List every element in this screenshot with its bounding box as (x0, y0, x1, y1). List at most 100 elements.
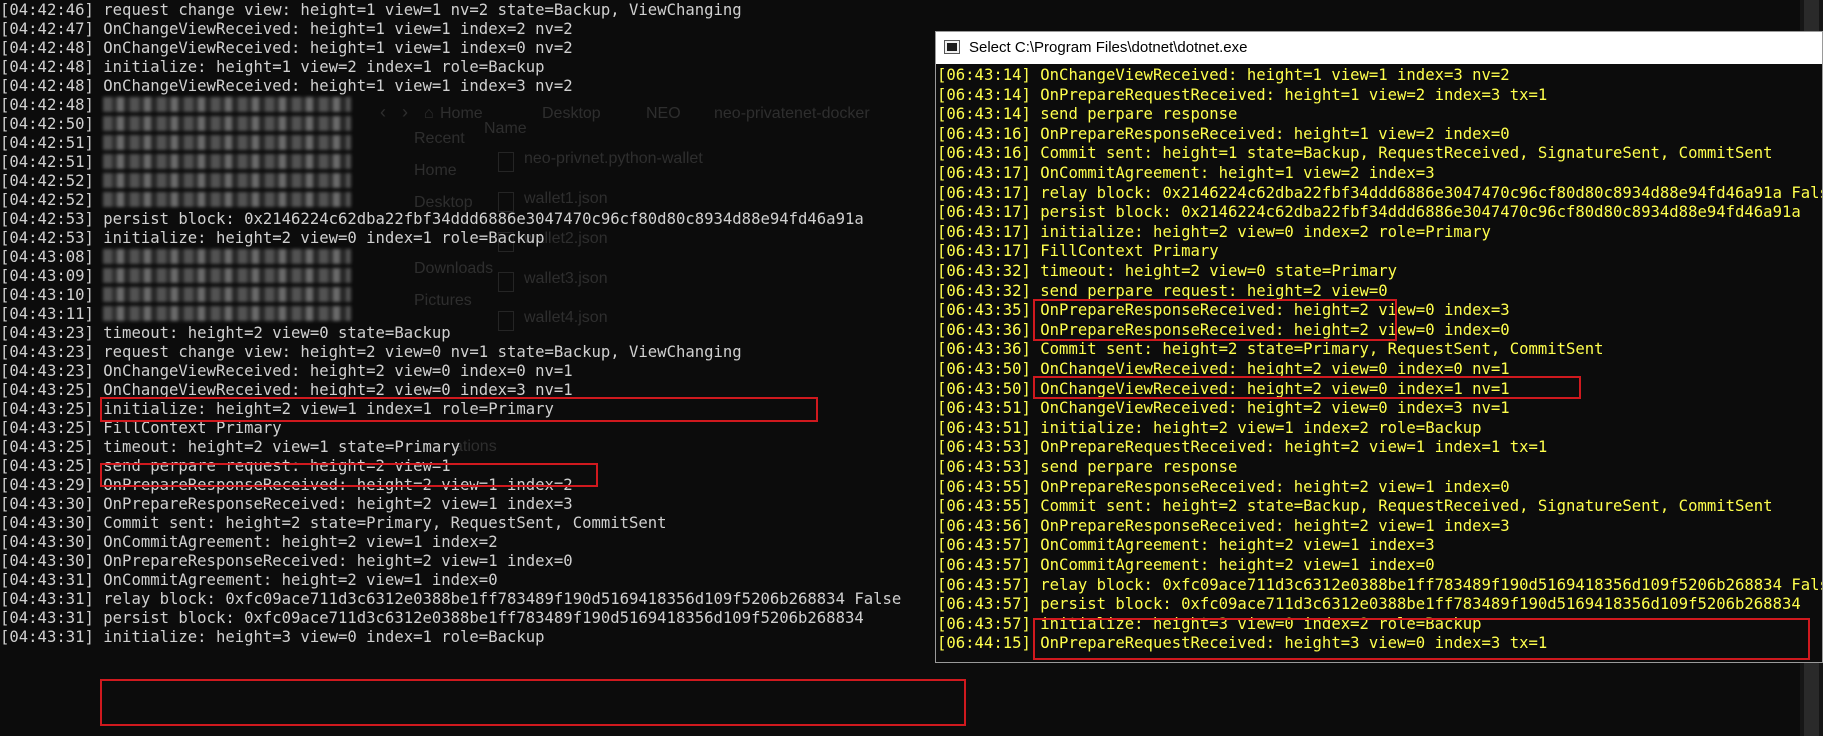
log-message: request change view: height=1 view=1 nv=… (103, 1, 742, 19)
timestamp: [04:42:48] (0, 39, 94, 57)
sidebar-partial-label: ations (454, 438, 497, 455)
console-line: [06:44:15] OnPrepareRequestReceived: hei… (937, 634, 1547, 654)
dotnet-console-window[interactable]: Select C:\Program Files\dotnet\dotnet.ex… (935, 31, 1823, 663)
console-line: [06:43:35] OnPrepareResponseReceived: he… (937, 301, 1510, 321)
console-line: [06:43:14] OnChangeViewReceived: height=… (937, 66, 1510, 86)
log-message: OnPrepareResponseReceived: height=2 view… (1040, 320, 1510, 339)
console-line: [04:43:30] OnCommitAgreement: height=2 v… (0, 533, 498, 552)
log-message: OnCommitAgreement: height=2 view=1 index… (1040, 556, 1435, 574)
timestamp: [06:43:14] (937, 85, 1031, 104)
console-line: [06:43:36] OnPrepareResponseReceived: he… (937, 321, 1510, 341)
log-message: OnChangeViewReceived: height=1 view=1 in… (103, 39, 573, 57)
console-line: [04:42:53] persist block: 0x2146224c62db… (0, 210, 864, 229)
console-line: [04:42:51] (0, 134, 352, 153)
log-message: OnPrepareResponseReceived: height=2 view… (1040, 516, 1510, 535)
timestamp: [06:43:50] (937, 379, 1031, 398)
console-line: [04:43:30] OnPrepareResponseReceived: he… (0, 552, 573, 571)
timestamp: [04:42:52] (0, 172, 94, 190)
console-line: [06:43:55] OnPrepareResponseReceived: he… (937, 478, 1510, 498)
redacted-text (103, 135, 352, 150)
timestamp: [06:43:35] (937, 301, 1031, 320)
timestamp: [04:43:23] (0, 324, 94, 342)
timestamp: [04:43:30] (0, 552, 94, 570)
timestamp: [04:42:48] (0, 58, 94, 76)
log-message: OnChangeViewReceived: height=1 view=1 in… (103, 77, 573, 95)
timestamp: [06:43:57] (937, 614, 1031, 633)
timestamp: [04:42:46] (0, 1, 94, 19)
console-line: [04:42:51] (0, 153, 352, 172)
file-item: wallet1.json (524, 190, 608, 207)
timestamp: [06:43:16] (937, 124, 1031, 143)
log-message: initialize: height=2 view=0 index=1 role… (103, 229, 545, 247)
console-line: [06:43:57] initialize: height=3 view=0 i… (937, 615, 1482, 635)
timestamp: [04:42:51] (0, 134, 94, 152)
timestamp: [06:43:17] (937, 183, 1031, 202)
log-message: OnPrepareResponseReceived: height=2 view… (103, 495, 573, 513)
timestamp: [04:42:48] (0, 77, 94, 95)
window-titlebar[interactable]: Select C:\Program Files\dotnet\dotnet.ex… (936, 32, 1822, 64)
console-line: [06:43:50] OnChangeViewReceived: height=… (937, 380, 1510, 400)
log-message: FillContext Primary (1040, 242, 1219, 261)
log-message: Commit sent: height=1 state=Backup, Requ… (1040, 144, 1773, 163)
redacted-text (103, 268, 352, 283)
console-line: [06:43:17] relay block: 0x2146224c62dba2… (937, 184, 1822, 204)
log-message: relay block: 0x2146224c62dba22fbf34ddd68… (1040, 183, 1822, 202)
console-line: [04:43:30] OnPrepareResponseReceived: he… (0, 495, 573, 514)
console-line: [06:43:16] OnPrepareResponseReceived: he… (937, 125, 1510, 145)
console-line: [04:42:48] OnChangeViewReceived: height=… (0, 39, 573, 58)
redacted-text (103, 154, 352, 169)
log-message: send perpare response (1040, 458, 1238, 476)
timestamp: [04:43:10] (0, 286, 94, 304)
timestamp: [06:43:16] (937, 144, 1031, 163)
timestamp: [06:44:15] (937, 634, 1031, 653)
console-line: [06:43:17] FillContext Primary (937, 242, 1219, 262)
timestamp: [06:43:57] (937, 556, 1031, 574)
log-message: timeout: height=2 view=1 state=Primary (103, 438, 461, 456)
timestamp: [06:43:57] (937, 595, 1031, 614)
log-message: OnPrepareRequestReceived: height=2 view=… (1040, 438, 1548, 457)
timestamp: [06:43:14] (937, 105, 1031, 124)
redacted-text (103, 97, 352, 112)
log-message: OnPrepareResponseReceived: height=1 view… (1040, 124, 1510, 143)
timestamp: [04:43:31] (0, 571, 94, 589)
log-message: OnChangeViewReceived: height=1 view=1 in… (1040, 66, 1510, 84)
timestamp: [04:43:25] (0, 400, 94, 418)
log-message: persist block: 0xfc09ace711d3c6312e0388b… (103, 609, 864, 627)
console-line: [06:43:57] OnCommitAgreement: height=2 v… (937, 536, 1435, 556)
timestamp: [04:43:31] (0, 590, 94, 608)
log-message: OnPrepareRequestReceived: height=3 view=… (1040, 634, 1548, 653)
log-message: initialize: height=2 view=1 index=1 role… (103, 400, 554, 418)
log-message: OnPrepareRequestReceived: height=1 view=… (1040, 85, 1548, 104)
console-line: [04:42:48] OnChangeViewReceived: height=… (0, 77, 573, 96)
console-line: [04:42:52] (0, 191, 352, 210)
redacted-text (103, 116, 352, 131)
timestamp: [06:43:53] (937, 458, 1031, 476)
log-message: OnChangeViewReceived: height=2 view=0 in… (103, 381, 573, 399)
log-message: OnPrepareResponseReceived: height=2 view… (103, 552, 573, 570)
console-line: [04:43:10] (0, 286, 352, 305)
timestamp: [04:43:25] (0, 381, 94, 399)
console-line: [04:43:25] timeout: height=2 view=1 stat… (0, 438, 460, 457)
console-line: [06:43:57] persist block: 0xfc09ace711d3… (937, 595, 1801, 615)
timestamp: [04:43:30] (0, 495, 94, 513)
console-line: [04:43:29] OnPrepareResponseReceived: he… (0, 476, 573, 495)
console-line: [04:43:31] initialize: height=3 view=0 i… (0, 628, 545, 647)
console-line: [04:43:30] Commit sent: height=2 state=P… (0, 514, 667, 533)
console-line: [04:43:31] persist block: 0xfc09ace711d3… (0, 609, 864, 628)
log-message: OnChangeViewReceived: height=2 view=0 in… (1040, 379, 1510, 398)
log-message: send perpare request: height=2 view=0 (1040, 281, 1388, 300)
back-arrow-icon: ‹ (380, 102, 386, 122)
log-message: initialize: height=3 view=0 index=1 role… (103, 628, 545, 646)
redacted-text (103, 287, 352, 302)
log-message: OnCommitAgreement: height=2 view=1 index… (1040, 536, 1435, 555)
timestamp: [04:43:09] (0, 267, 94, 285)
file-icon (498, 152, 514, 172)
console-line: [06:43:17] persist block: 0x2146224c62db… (937, 203, 1801, 223)
console-line: [06:43:51] OnChangeViewReceived: height=… (937, 399, 1510, 419)
log-message: persist block: 0x2146224c62dba22fbf34ddd… (103, 210, 864, 228)
console-line: [06:43:57] OnCommitAgreement: height=2 v… (937, 556, 1435, 576)
timestamp: [06:43:56] (937, 516, 1031, 535)
timestamp: [04:43:31] (0, 628, 94, 646)
timestamp: [06:43:53] (937, 438, 1031, 457)
console-line: [06:43:51] initialize: height=2 view=1 i… (937, 419, 1482, 439)
